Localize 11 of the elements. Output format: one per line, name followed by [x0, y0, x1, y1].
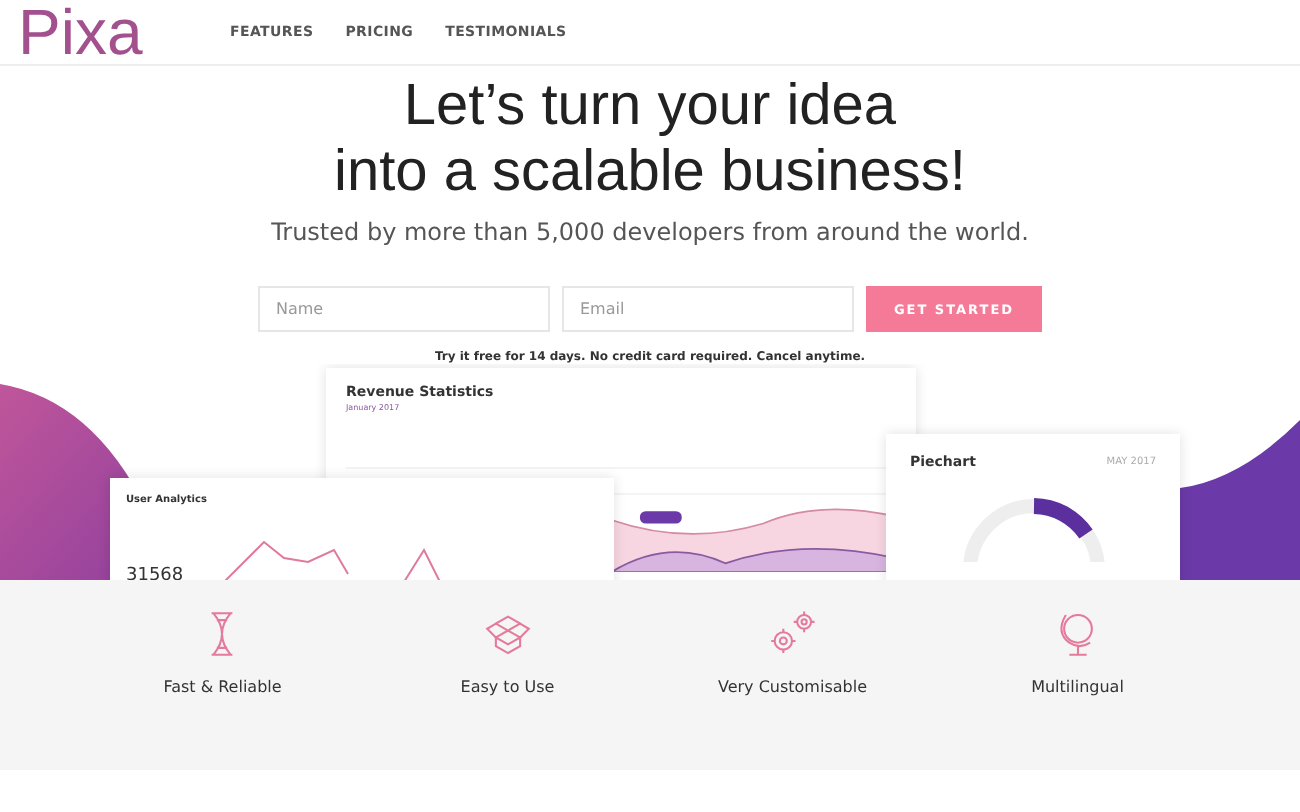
hero-title: into a scalable business!: [334, 140, 966, 206]
feature-label: Multilingual: [1031, 678, 1124, 696]
feature-label: Easy to Use: [460, 678, 555, 696]
feature-label: Fast & Reliable: [163, 678, 282, 696]
logo[interactable]: Pixa: [18, 0, 230, 64]
hero-subtitle: Trusted by more than 5,000 developers from around the world.: [271, 218, 1029, 246]
analytics-value: 31568: [126, 566, 184, 580]
email-field[interactable]: Email: [562, 286, 854, 332]
feature-label: Very Customisable: [717, 678, 867, 696]
hero-title: Let’s turn your idea: [403, 74, 897, 140]
name-field[interactable]: Name: [258, 286, 550, 332]
